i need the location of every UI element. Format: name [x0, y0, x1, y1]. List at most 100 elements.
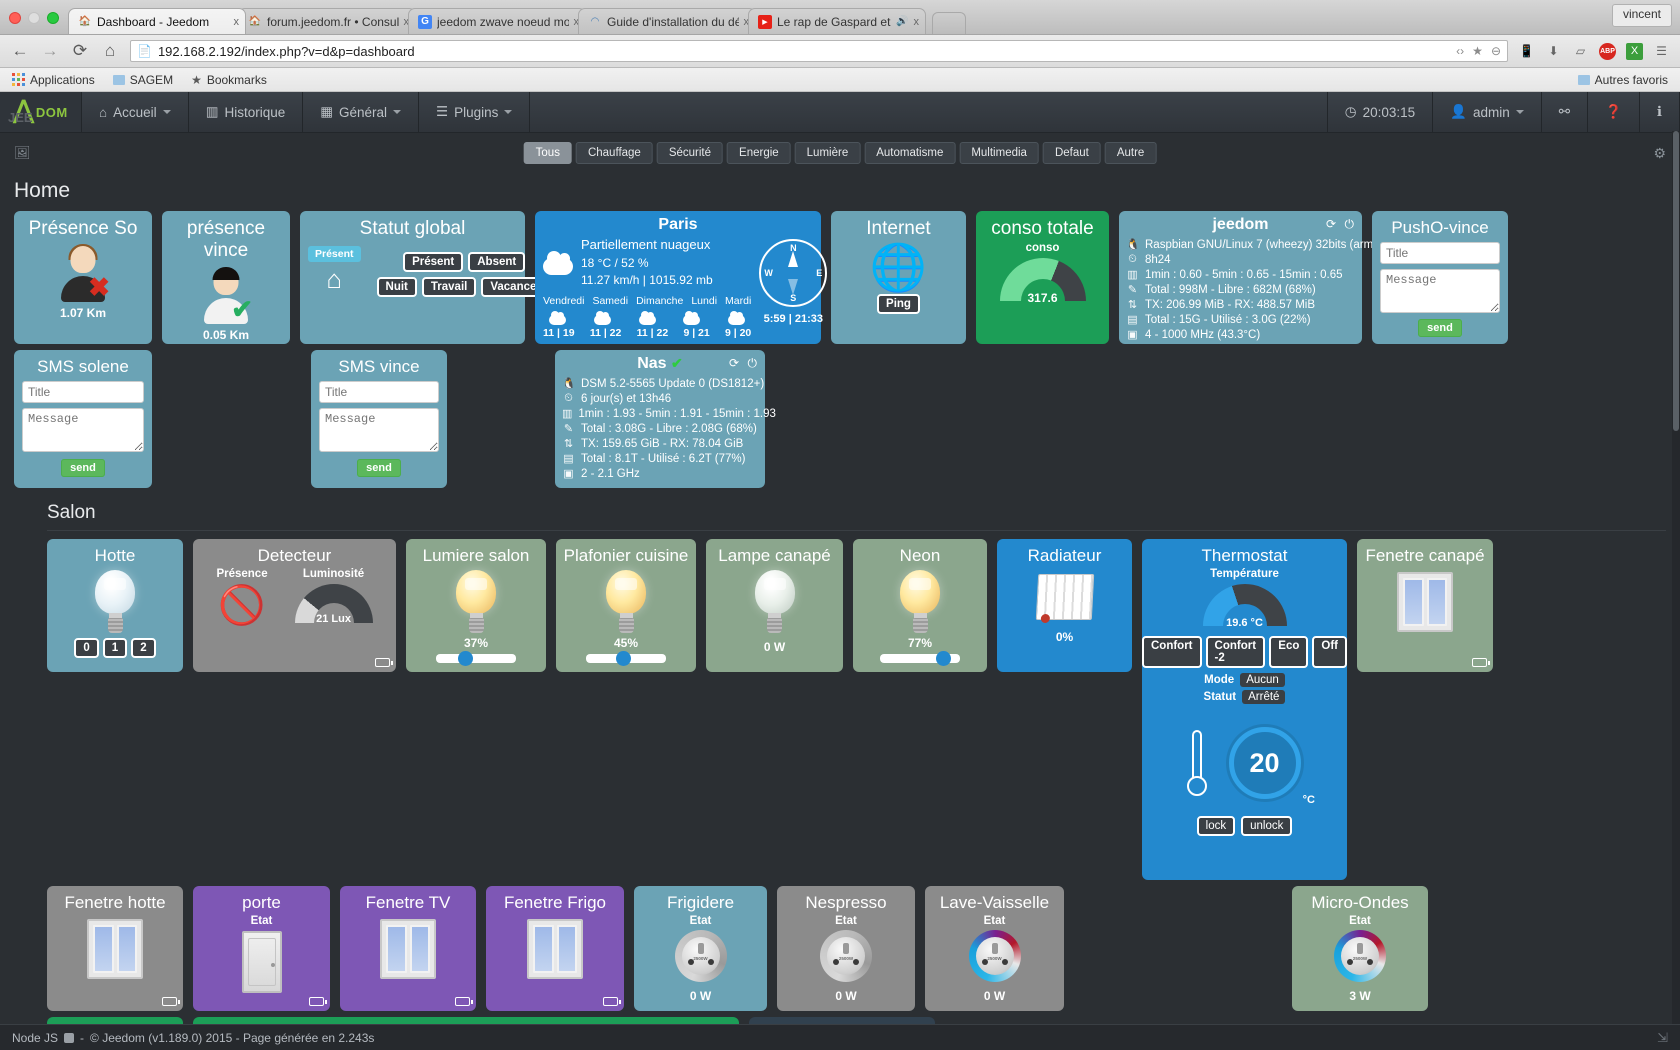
sms-vince-message-input[interactable] [319, 408, 439, 452]
sms-solene-send-button[interactable]: send [61, 459, 105, 477]
hotte-button-2[interactable]: 2 [131, 638, 156, 658]
widget-micro-ondes[interactable]: Micro-Ondes Etat 2500W 3 W [1292, 886, 1428, 1011]
widget-weather-paris[interactable]: Paris Partiellement nuageux 18 °C / 52 %… [535, 211, 828, 344]
filter-tab-tous[interactable]: Tous [523, 142, 572, 164]
star-icon[interactable]: ★ [1472, 44, 1483, 58]
filter-tab-energie[interactable]: Energie [727, 142, 791, 164]
filter-tab-securite[interactable]: Sécurité [656, 142, 724, 164]
widget-lampe-canape[interactable]: Lampe canapé 0 W [706, 539, 843, 672]
bookmark-bookmarks[interactable]: ★ Bookmarks [191, 73, 267, 87]
widget-pusho-vince[interactable]: PushO-vince send [1372, 211, 1508, 344]
back-icon[interactable]: ← [10, 41, 30, 61]
widget-frigidere[interactable]: Frigidere Etat 2500W 0 W [634, 886, 767, 1011]
image-icon[interactable]: 🖼 [14, 145, 31, 161]
widget-neon[interactable]: Neon 77% [853, 539, 987, 672]
phone-icon[interactable]: 📱 [1518, 43, 1535, 60]
ping-button[interactable]: Ping [877, 294, 920, 314]
widget-jeedom-server[interactable]: jeedom ⟳ ⏻ 🐧 Raspbian GNU/Linux 7 (wheezy… [1119, 211, 1392, 344]
widget-lumiere-salon[interactable]: Lumiere salon 37% [406, 539, 546, 672]
page-scrollbar[interactable] [1672, 131, 1680, 1024]
bulb-icon[interactable] [603, 570, 649, 634]
socket-icon[interactable]: 2500W [820, 930, 872, 982]
filter-tab-multimedia[interactable]: Multimedia [959, 142, 1039, 164]
reload-icon[interactable]: ⟳ [70, 41, 90, 61]
statut-button-present[interactable]: Présent [403, 252, 464, 272]
abp-icon[interactable]: ABP [1599, 42, 1616, 60]
browser-tab-0[interactable]: 🏠 Dashboard - Jeedom x [68, 8, 246, 34]
pusho-send-button[interactable]: send [1418, 319, 1462, 337]
nav-item-accueil[interactable]: ⌂ Accueil [82, 92, 189, 132]
widget-fenetre-canape[interactable]: Fenetre canapé [1357, 539, 1493, 672]
cast-icon[interactable]: ▱ [1572, 43, 1589, 60]
widget-statut-global[interactable]: Statut global Présent ⌂ Présent Absent N… [300, 211, 552, 344]
nav-user[interactable]: 👤 admin [1433, 92, 1542, 132]
widget-fenetre-frigo[interactable]: Fenetre Frigo [486, 886, 624, 1011]
bulb-icon[interactable] [92, 570, 138, 634]
menu-icon[interactable]: ☰ [1653, 43, 1670, 60]
bookmark-sagem[interactable]: SAGEM [112, 73, 173, 87]
resize-handle[interactable]: ⇲ [1657, 1030, 1668, 1046]
thermostat-mode-off[interactable]: Off [1312, 636, 1347, 668]
nav-item-plugins[interactable]: ☰ Plugins [419, 92, 531, 132]
nav-item-historique[interactable]: ▥ Historique [189, 92, 304, 132]
nav-info-button[interactable]: ℹ [1640, 92, 1680, 132]
widget-radiateur[interactable]: Radiateur 0% [997, 539, 1132, 672]
brightness-slider[interactable] [436, 651, 516, 666]
thermostat-mode-eco[interactable]: Eco [1269, 636, 1309, 668]
window-icon[interactable] [87, 919, 143, 979]
code-icon[interactable]: ‹› [1456, 44, 1464, 58]
widget-presence-so[interactable]: Présence So ✖ 1.07 Km [14, 211, 152, 344]
sms-vince-title-input[interactable] [319, 381, 439, 403]
widget-presence-vince[interactable]: présence vince ✔ 0.05 Km [162, 211, 290, 344]
browser-tab-3[interactable]: ◠ Guide d'installation du dét x [578, 8, 756, 34]
widget-lave-vaisselle[interactable]: Lave-Vaisselle Etat 2500W 0 W [925, 886, 1064, 1011]
statut-button-absent[interactable]: Absent [468, 252, 526, 272]
gear-icon[interactable]: ⚙ [1653, 145, 1666, 162]
new-tab-button[interactable] [932, 12, 966, 34]
window-controls[interactable] [0, 12, 68, 34]
widget-hotte[interactable]: Hotte 0 1 2 [47, 539, 183, 672]
jeedom-logo[interactable]: JEE ⋀ DOM [0, 92, 82, 132]
bulb-icon[interactable] [752, 570, 798, 634]
power-icon[interactable]: ⏻ [748, 356, 758, 371]
nav-network-button[interactable]: ⚯ [1542, 92, 1589, 132]
bulb-icon[interactable] [897, 570, 943, 634]
socket-icon[interactable]: 2500W [968, 930, 1021, 982]
address-bar[interactable]: 📄 192.168.2.192/index.php?v=d&p=dashboar… [130, 40, 1508, 62]
thermostat-mode-confort[interactable]: Confort [1142, 636, 1202, 668]
hotte-button-0[interactable]: 0 [74, 638, 99, 658]
widget-fenetre-hotte[interactable]: Fenetre hotte [47, 886, 183, 1011]
widget-porte[interactable]: porte Etat [193, 886, 330, 1011]
bulb-icon[interactable] [453, 570, 499, 634]
brightness-slider[interactable] [880, 651, 960, 666]
pusho-message-input[interactable] [1380, 269, 1500, 313]
download-icon[interactable]: ⬇ [1545, 43, 1562, 60]
socket-icon[interactable]: 2500W [1334, 930, 1386, 982]
maximize-window-button[interactable] [47, 12, 59, 24]
statut-button-travail[interactable]: Travail [421, 277, 477, 297]
pusho-title-input[interactable] [1380, 242, 1500, 264]
window-icon[interactable] [1397, 572, 1453, 632]
zoom-out-icon[interactable]: ⊖ [1491, 44, 1501, 58]
browser-tab-2[interactable]: G jeedom zwave noeud mort x [408, 8, 586, 34]
speaker-icon[interactable]: 🔊 [896, 16, 908, 27]
unlock-button[interactable]: unlock [1241, 816, 1293, 836]
bookmark-applications[interactable]: Applications [12, 73, 95, 87]
forward-icon[interactable]: → [40, 41, 60, 61]
widget-conso-totale[interactable]: conso totale conso 317.6 [976, 211, 1109, 344]
statut-button-nuit[interactable]: Nuit [376, 277, 417, 297]
thermostat-mode-confort-2[interactable]: Confort -2 [1205, 636, 1266, 668]
window-icon[interactable] [380, 919, 436, 979]
filter-tab-lumiere[interactable]: Lumière [794, 142, 861, 164]
sms-solene-title-input[interactable] [22, 381, 144, 403]
widget-sms-vince[interactable]: SMS vince send [311, 350, 447, 488]
brightness-slider[interactable] [586, 651, 666, 666]
widget-detecteur[interactable]: Detecteur Présence 🚫 Luminosité 21 Lux [193, 539, 396, 672]
widget-plafonier-cuisine[interactable]: Plafonier cuisine 45% [556, 539, 696, 672]
window-icon[interactable] [527, 919, 583, 979]
browser-tab-1[interactable]: 🏠 forum.jeedom.fr • Consulte x [238, 8, 416, 34]
sms-vince-send-button[interactable]: send [357, 459, 401, 477]
refresh-icon[interactable]: ⟳ [729, 356, 739, 370]
other-bookmarks[interactable]: Autres favoris [1577, 73, 1668, 87]
widget-nas[interactable]: Nas ✔ ⟳ ⏻ 🐧 DSM 5.2-5565 Update 0 (DS1812… [555, 350, 776, 488]
